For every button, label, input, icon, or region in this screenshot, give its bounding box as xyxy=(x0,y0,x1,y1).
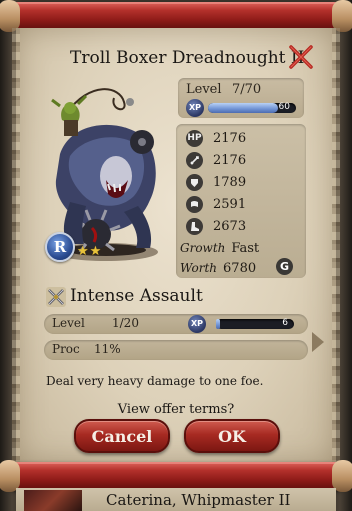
attack-value: 2176 xyxy=(213,152,247,168)
worth-label: Worth xyxy=(180,261,218,275)
level-label: Level xyxy=(186,82,222,97)
close-icon[interactable] xyxy=(288,44,314,70)
star-rating: ★★ xyxy=(77,244,103,259)
cancel-button[interactable]: Cancel xyxy=(74,419,170,453)
list-item[interactable]: Caterina, Whipmaster II xyxy=(16,488,336,511)
proc-value: 11% xyxy=(94,342,121,356)
xp-progress-bar: 60 xyxy=(208,102,296,113)
list-item-thumbnail xyxy=(24,490,82,511)
boot-icon xyxy=(186,217,203,235)
stat-row-growth: Growth Fast xyxy=(180,238,259,258)
growth-label: Growth xyxy=(180,241,226,255)
skill-xp-progress-bar: 6 xyxy=(216,318,294,329)
skill-xp-icon: XP xyxy=(188,315,206,333)
hp-icon: HP xyxy=(186,129,203,147)
scroll-icon xyxy=(186,195,203,213)
stats-panel: HP 2176 2176 1789 2591 2673 Growth Fast … xyxy=(176,124,306,278)
scroll-roller-bottom xyxy=(0,460,352,492)
card-title: Troll Boxer Dreadnought II xyxy=(70,48,305,68)
defense-value: 1789 xyxy=(213,174,247,190)
skill-description: Deal very heavy damage to one foe. xyxy=(46,374,264,388)
rank-badge: R xyxy=(45,232,75,262)
stat-row-attack: 2176 xyxy=(186,150,246,170)
xp-icon: XP xyxy=(186,99,204,117)
hp-value: 2176 xyxy=(213,130,247,146)
gold-coin-icon: G xyxy=(276,258,293,275)
stat-row-wisdom: 2591 xyxy=(186,194,246,214)
level-panel: Level 7/70 XP 60 xyxy=(178,78,304,118)
agility-value: 2673 xyxy=(213,218,247,234)
xp-progress-fill xyxy=(208,103,279,113)
arrow-right-icon[interactable] xyxy=(312,332,324,352)
level-value: 7/70 xyxy=(232,82,262,97)
wisdom-value: 2591 xyxy=(213,196,247,212)
skill-level-value: 1/20 xyxy=(112,316,139,330)
stat-row-defense: 1789 xyxy=(186,172,246,192)
offer-question: View offer terms? xyxy=(117,402,235,417)
skill-name: Intense Assault xyxy=(70,286,203,306)
shield-icon xyxy=(186,173,203,191)
skill-proc-bar: Proc 11% xyxy=(44,340,308,360)
skill-xp-value: 6 xyxy=(282,318,288,328)
stat-row-hp: HP 2176 xyxy=(186,128,246,148)
worth-value: 6780 xyxy=(223,260,257,276)
growth-value: Fast xyxy=(231,240,260,256)
skill-level-bar: Level 1/20 XP 6 xyxy=(44,314,308,334)
list-item-name: Caterina, Whipmaster II xyxy=(106,491,291,509)
stat-row-agility: 2673 xyxy=(186,216,246,236)
proc-label: Proc xyxy=(52,342,80,356)
crossed-swords-icon xyxy=(46,287,66,307)
skill-level-label: Level xyxy=(52,316,85,330)
ok-button[interactable]: OK xyxy=(184,419,280,453)
xp-value: 60 xyxy=(278,102,290,112)
skill-xp-progress-fill xyxy=(216,319,220,329)
sword-icon xyxy=(186,151,203,169)
scroll-roller-top xyxy=(0,0,352,32)
stat-row-worth: Worth 6780 xyxy=(180,258,256,278)
